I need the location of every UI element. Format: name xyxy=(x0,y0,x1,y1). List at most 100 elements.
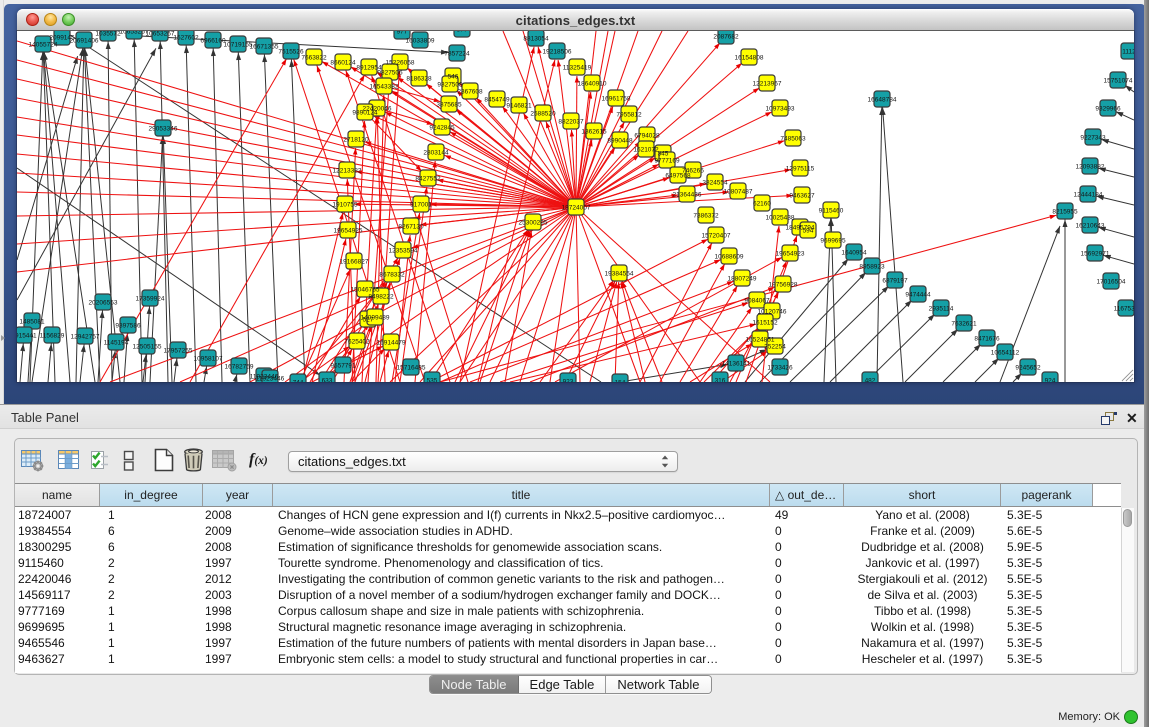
svg-text:3824554: 3824554 xyxy=(702,180,728,187)
svg-text:482: 482 xyxy=(865,378,876,382)
svg-text:10719155: 10719155 xyxy=(224,42,253,49)
svg-text:9474444: 9474444 xyxy=(905,292,931,299)
svg-text:14099489: 14099489 xyxy=(361,315,390,322)
svg-text:19756928: 19756928 xyxy=(769,282,798,289)
svg-text:7857224: 7857224 xyxy=(444,51,470,58)
svg-text:1485081: 1485081 xyxy=(19,319,45,326)
svg-text:7632621: 7632621 xyxy=(951,321,977,328)
svg-text:10025438: 10025438 xyxy=(766,215,795,222)
svg-text:20206553: 20206553 xyxy=(89,300,118,307)
svg-text:16033809: 16033809 xyxy=(406,38,435,45)
svg-text:923: 923 xyxy=(563,379,574,382)
svg-text:9245652: 9245652 xyxy=(1015,365,1041,372)
svg-text:25300295: 25300295 xyxy=(519,220,548,227)
svg-text:8958923: 8958923 xyxy=(859,264,885,271)
svg-text:29053346: 29053346 xyxy=(149,126,178,133)
svg-text:8471676: 8471676 xyxy=(974,336,1000,343)
svg-text:9890124: 9890124 xyxy=(352,110,378,117)
svg-text:9329966: 9329966 xyxy=(1095,106,1121,113)
svg-text:8186328: 8186328 xyxy=(406,76,432,83)
svg-text:9777169: 9777169 xyxy=(654,158,680,165)
svg-text:9827506: 9827506 xyxy=(377,70,403,77)
svg-text:8215955: 8215955 xyxy=(1052,209,1078,216)
svg-text:17957255: 17957255 xyxy=(164,348,193,355)
svg-text:12093882: 12093882 xyxy=(1076,164,1105,171)
svg-text:9463627: 9463627 xyxy=(789,193,815,200)
svg-text:7625402: 7625402 xyxy=(344,339,370,346)
svg-text:6497568: 6497568 xyxy=(665,173,691,180)
svg-text:252254: 252254 xyxy=(764,344,786,351)
svg-text:16648784: 16648784 xyxy=(868,97,897,104)
svg-text:12505155: 12505155 xyxy=(133,344,162,351)
svg-text:12444184: 12444184 xyxy=(1074,192,1103,199)
svg-text:10688609: 10688609 xyxy=(715,254,744,261)
svg-text:19654923: 19654923 xyxy=(776,251,805,258)
svg-text:2367608: 2367608 xyxy=(457,89,483,96)
svg-text:9699695: 9699695 xyxy=(820,238,846,245)
svg-text:9327508: 9327508 xyxy=(437,82,463,89)
svg-text:917001: 917001 xyxy=(410,202,432,209)
svg-text:8990448: 8990448 xyxy=(607,138,633,145)
svg-text:1910755: 1910755 xyxy=(332,202,358,209)
svg-text:12942757: 12942757 xyxy=(71,334,100,341)
svg-text:594: 594 xyxy=(803,228,814,235)
svg-text:1112: 1112 xyxy=(1122,49,1134,56)
svg-text:8427552: 8427552 xyxy=(415,176,441,183)
svg-text:9084067: 9084067 xyxy=(744,298,770,305)
svg-text:18640910: 18640910 xyxy=(578,81,607,88)
svg-text:6879197: 6879197 xyxy=(882,278,908,285)
svg-text:10120746: 10120746 xyxy=(758,309,787,316)
svg-text:12353594: 12353594 xyxy=(389,248,418,255)
svg-text:8678332: 8678332 xyxy=(379,272,405,279)
svg-text:18724007: 18724007 xyxy=(562,205,591,212)
svg-text:11325419: 11325419 xyxy=(563,65,592,72)
svg-text:8660124: 8660124 xyxy=(330,60,356,67)
svg-text:977: 977 xyxy=(397,31,408,36)
svg-text:8822037: 8822037 xyxy=(558,119,584,126)
svg-text:1145194: 1145194 xyxy=(104,340,129,347)
svg-text:6794028: 6794028 xyxy=(634,133,660,140)
svg-text:16210643: 16210643 xyxy=(1076,223,1105,230)
svg-text:14055724: 14055724 xyxy=(29,42,58,49)
svg-text:17016504: 17016504 xyxy=(1097,279,1126,286)
svg-text:18807249: 18807249 xyxy=(728,276,757,283)
svg-text:9397586: 9397586 xyxy=(115,323,141,330)
svg-text:1733426: 1733426 xyxy=(767,365,793,372)
svg-text:10807487: 10807487 xyxy=(724,189,753,196)
svg-text:2087682: 2087682 xyxy=(713,34,739,41)
svg-text:877: 877 xyxy=(457,31,468,34)
svg-text:9227343: 9227343 xyxy=(1080,135,1106,142)
svg-text:14136141: 14136141 xyxy=(722,361,751,368)
svg-text:15226058: 15226058 xyxy=(386,60,415,67)
svg-text:20691406: 20691406 xyxy=(70,38,99,45)
svg-text:6966160: 6966160 xyxy=(200,38,226,45)
svg-text:3915441: 3915441 xyxy=(17,333,37,340)
svg-text:7515526: 7515526 xyxy=(278,49,304,56)
svg-text:2803144: 2803144 xyxy=(423,150,449,157)
svg-text:1621072: 1621072 xyxy=(633,147,659,154)
svg-text:154: 154 xyxy=(615,380,626,382)
svg-text:8267130: 8267130 xyxy=(398,224,424,231)
svg-text:21364436: 21364436 xyxy=(673,192,702,199)
svg-text:9242845: 9242845 xyxy=(429,125,455,132)
svg-text:1167533: 1167533 xyxy=(1114,306,1134,313)
svg-text:15046755: 15046755 xyxy=(351,287,380,294)
svg-text:9115460: 9115460 xyxy=(819,208,844,215)
svg-text:2588520: 2588520 xyxy=(530,111,556,118)
svg-text:19654925: 19654925 xyxy=(334,228,363,235)
svg-text:7663822: 7663822 xyxy=(301,55,327,62)
svg-text:17359924: 17359924 xyxy=(136,296,165,303)
svg-text:19166827: 19166827 xyxy=(340,259,369,266)
svg-text:744: 744 xyxy=(293,380,304,382)
svg-text:7955812: 7955812 xyxy=(616,112,642,119)
svg-text:1640954: 1640954 xyxy=(841,250,867,257)
svg-text:62160: 62160 xyxy=(753,201,771,208)
svg-text:633: 633 xyxy=(322,378,333,382)
svg-text:10958107: 10958107 xyxy=(194,356,223,363)
svg-text:924: 924 xyxy=(1045,378,1056,382)
svg-text:16543382: 16543382 xyxy=(370,84,399,91)
svg-text:1527602: 1527602 xyxy=(173,35,199,42)
svg-text:10973493: 10973493 xyxy=(766,106,795,113)
svg-text:12213967: 12213967 xyxy=(753,81,782,88)
svg-text:16782759: 16782759 xyxy=(225,364,254,371)
